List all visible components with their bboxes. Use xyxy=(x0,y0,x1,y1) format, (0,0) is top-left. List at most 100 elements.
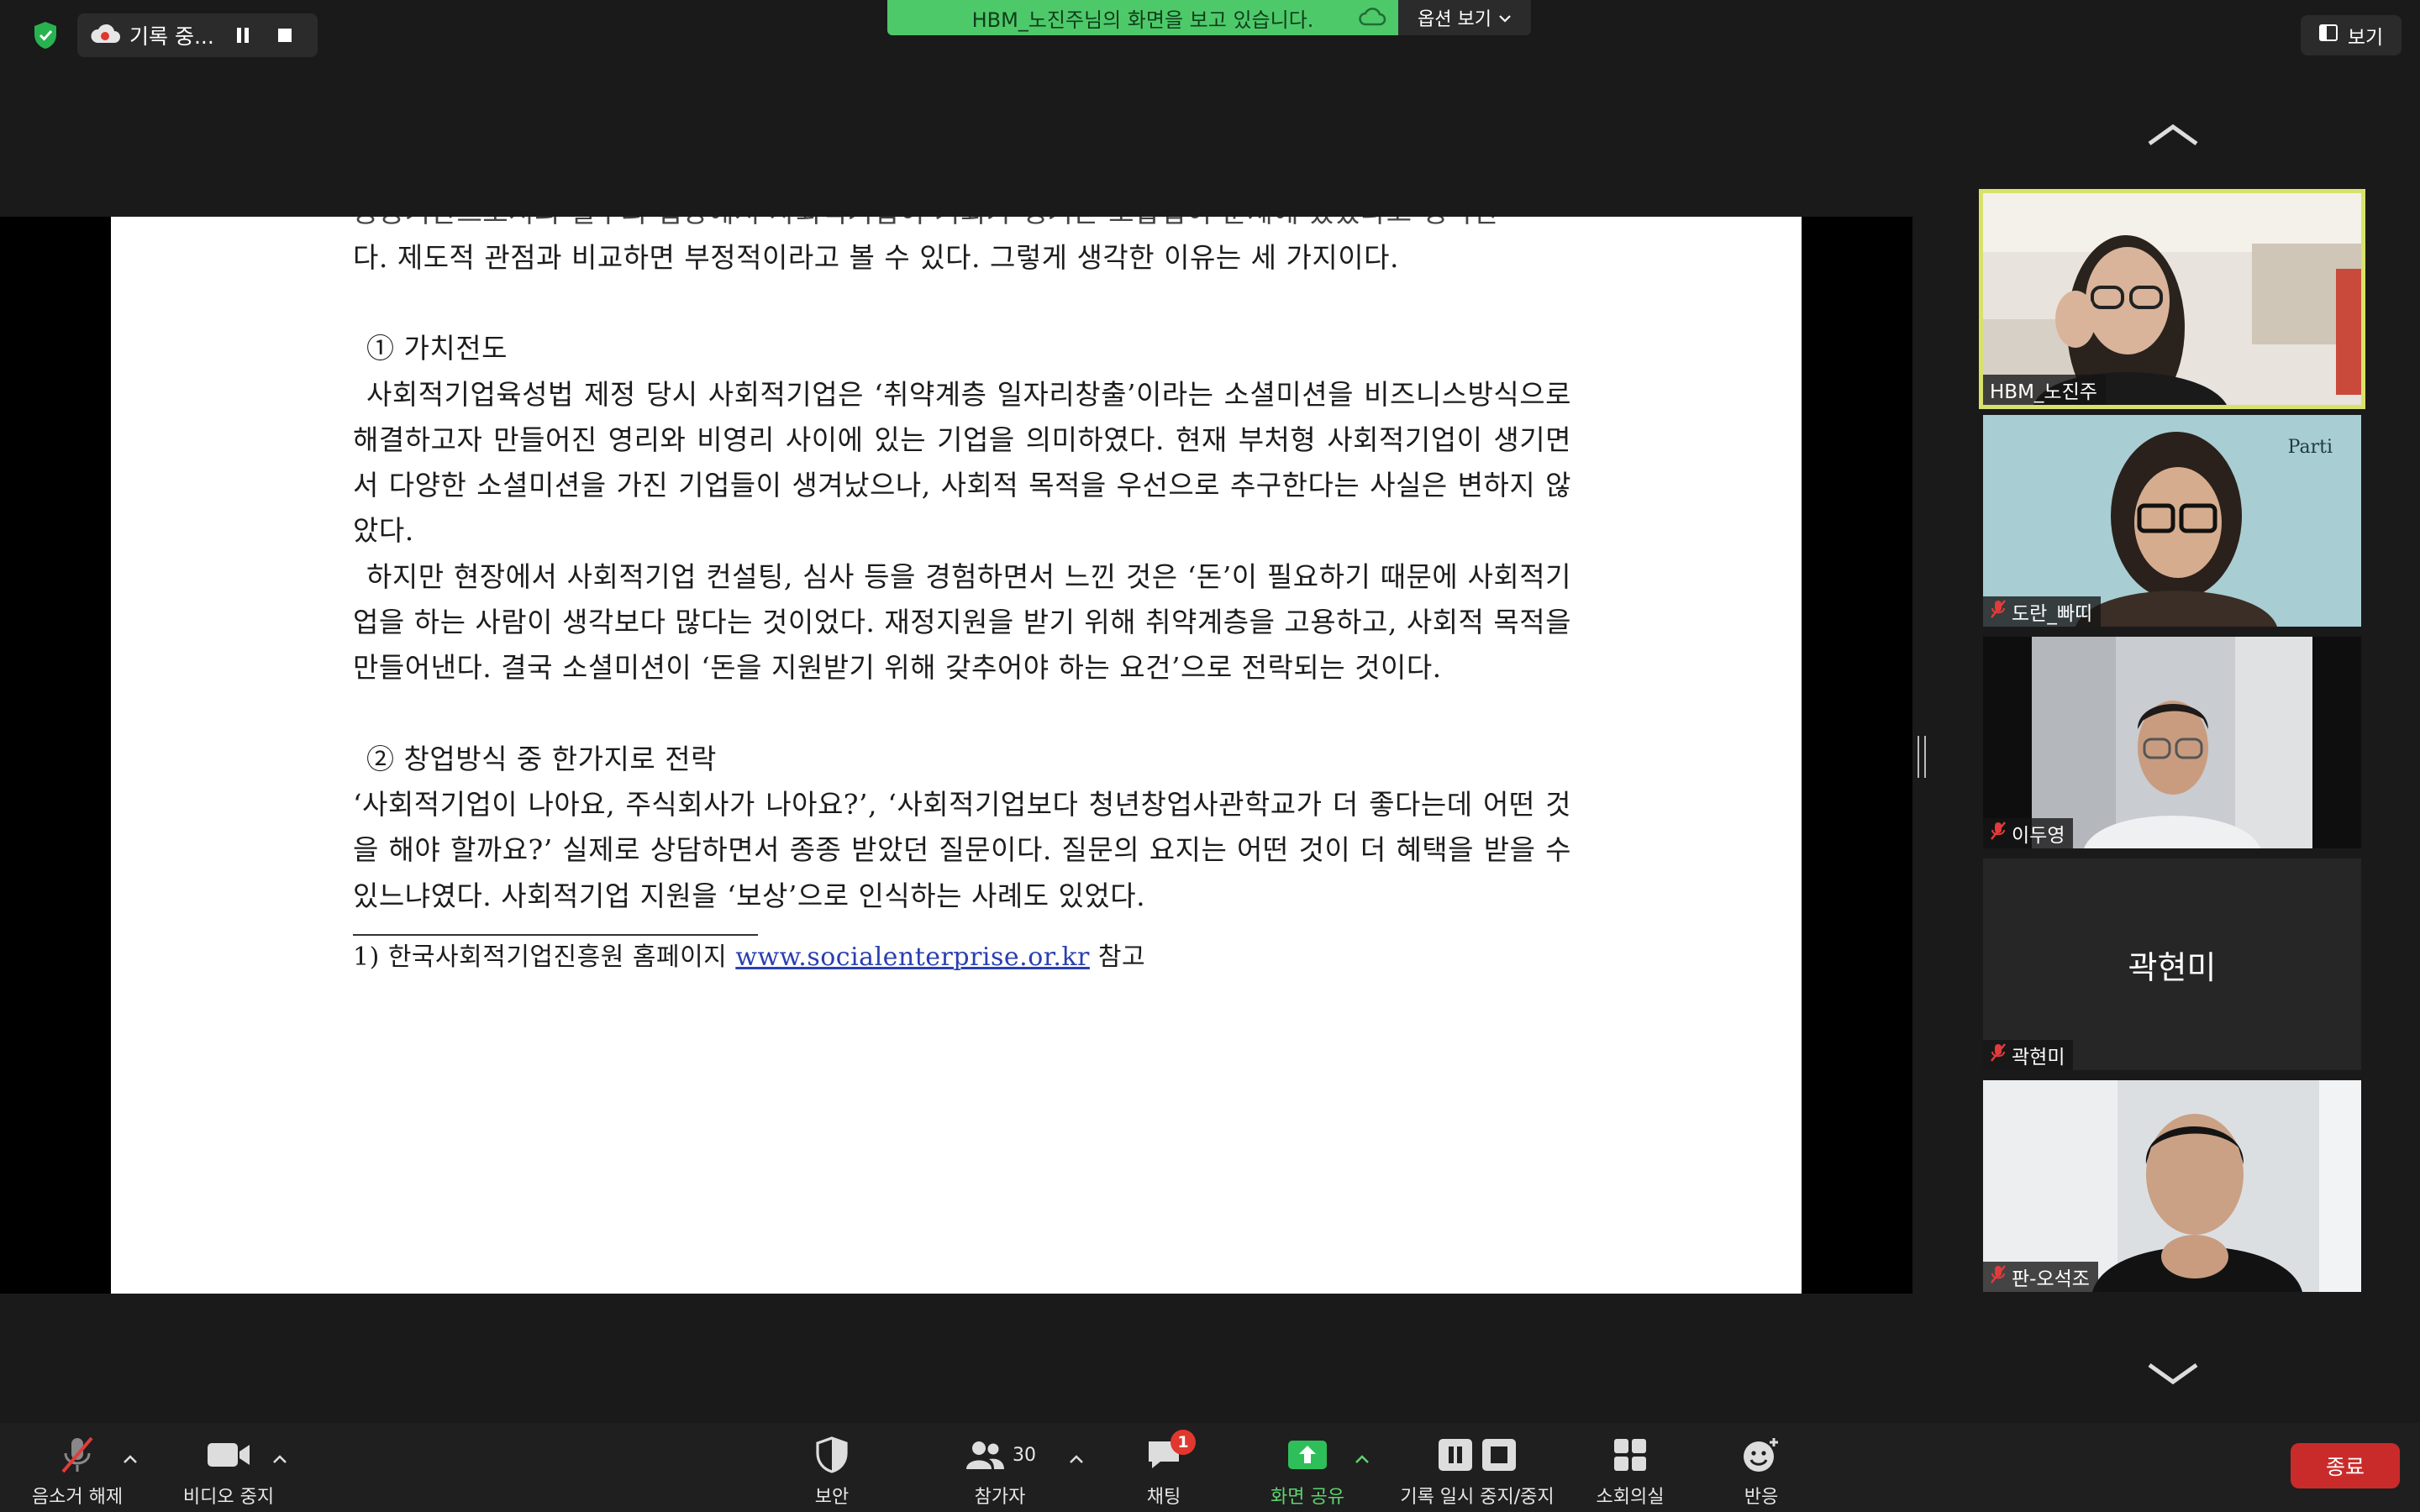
participant-name-tag: 도란_빠띠 xyxy=(1983,596,2102,627)
share-screen-icon xyxy=(1286,1433,1328,1477)
breakout-rooms-label: 소회의실 xyxy=(1596,1487,1665,1508)
section-heading-2: ② 창업방식 중 한가지로 전락 xyxy=(366,742,717,775)
wall-logo-text: Parti xyxy=(2287,437,2333,458)
participant-name-tag: 곽현미 xyxy=(1983,1040,2074,1070)
participant-name-tag: HBM_노진주 xyxy=(1983,375,2106,405)
scroll-up-button[interactable] xyxy=(2146,118,2200,151)
scroll-down-button[interactable] xyxy=(2146,1357,2200,1391)
participants-options-caret[interactable] xyxy=(1065,1448,1087,1470)
muted-mic-icon xyxy=(1990,1042,2007,1068)
stop-recording-button[interactable] xyxy=(264,18,306,52)
security-label: 보안 xyxy=(814,1487,850,1508)
participant-video xyxy=(1983,1080,2361,1292)
document-paragraph-1: 사회적기업육성법 제정 당시 사회적기업은 ‘취약계층 일자리창출’이라는 소셜… xyxy=(353,377,1571,548)
security-shield-icon xyxy=(815,1433,849,1477)
muted-mic-icon xyxy=(1990,599,2007,624)
pause-icon xyxy=(237,28,249,43)
participant-tile[interactable]: Parti 도란_빠띠 xyxy=(1983,415,2361,627)
participant-name: 곽현미 xyxy=(2012,1047,2065,1068)
reactions-label: 반응 xyxy=(1744,1487,1779,1508)
share-screen-button[interactable]: 화면 공유 xyxy=(1257,1423,1358,1512)
participant-video xyxy=(1983,193,2361,405)
stop-icon xyxy=(278,29,292,42)
cloud-icon xyxy=(1358,7,1386,32)
video-camera-icon xyxy=(206,1433,251,1477)
chat-unread-badge: 1 xyxy=(1171,1430,1196,1455)
footnote-rule xyxy=(353,933,758,936)
participant-tile[interactable]: 판-오석조 xyxy=(1983,1080,2361,1292)
view-options-button[interactable]: 옵션 보기 xyxy=(1398,0,1531,35)
document-paragraph-2: 하지만 현장에서 사회적기업 컨설팅, 심사 등을 경험하면서 느낀 것은 ‘돈… xyxy=(353,559,1571,685)
chevron-up-icon xyxy=(124,1455,137,1463)
footnote-suffix: 참고 xyxy=(1089,942,1146,972)
video-options-caret[interactable] xyxy=(269,1448,291,1470)
document-blank xyxy=(353,281,1571,326)
pause-stop-recording-button[interactable]: 기록 일시 중지/중지 xyxy=(1395,1423,1560,1512)
chevron-up-icon xyxy=(273,1455,287,1463)
participants-count: 30 xyxy=(1013,1444,1036,1466)
stop-video-label: 비디오 중지 xyxy=(182,1487,275,1508)
chat-label: 채팅 xyxy=(1146,1487,1181,1508)
chevron-up-icon xyxy=(1070,1455,1083,1463)
muted-mic-icon xyxy=(1990,821,2007,846)
muted-mic-icon xyxy=(1990,1264,2007,1289)
security-button[interactable]: 보안 xyxy=(781,1423,882,1512)
participants-button[interactable]: 30 참가자 xyxy=(950,1423,1050,1512)
participant-tile[interactable]: 곽현미 곽현미 xyxy=(1983,858,2361,1070)
chevron-down-icon xyxy=(1498,8,1512,29)
chat-button[interactable]: 1 채팅 xyxy=(1118,1423,1210,1512)
chevron-up-icon xyxy=(1355,1455,1369,1463)
end-meeting-button[interactable]: 종료 xyxy=(2291,1443,2400,1488)
reactions-button[interactable]: 반응 xyxy=(1711,1423,1812,1512)
pause-stop-recording-label: 기록 일시 중지/중지 xyxy=(1400,1487,1555,1508)
share-options-caret[interactable] xyxy=(1351,1448,1373,1470)
unmute-label: 음소거 해제 xyxy=(31,1487,124,1508)
recording-controls-icon xyxy=(1437,1433,1518,1477)
chevron-up-icon xyxy=(2148,123,2198,146)
participant-name-tag: 판-오석조 xyxy=(1983,1262,2098,1292)
encryption-shield-icon[interactable] xyxy=(25,18,66,52)
view-label: 보기 xyxy=(2347,27,2384,49)
recording-indicator: 기록 중... xyxy=(77,13,318,57)
participant-tile[interactable]: 이두영 xyxy=(1983,637,2361,848)
footnote-prefix: 1) 한국사회적기업진흥원 홈페이지 xyxy=(353,942,736,972)
participant-video xyxy=(1983,637,2361,848)
audio-options-caret[interactable] xyxy=(119,1448,141,1470)
document-blank xyxy=(353,691,1571,737)
pause-recording-button[interactable] xyxy=(222,18,264,52)
participant-tile[interactable]: HBM_노진주 xyxy=(1979,189,2365,409)
participant-name: 이두영 xyxy=(2012,825,2065,847)
screen-share-banner: HBM_노진주님의 화면을 보고 있습니다. xyxy=(887,0,1398,35)
chat-icon: 1 xyxy=(1145,1430,1196,1477)
layout-icon xyxy=(2318,24,2338,46)
footnote: 1) 한국사회적기업진흥원 홈페이지 www.socialenterprise.… xyxy=(353,939,1571,976)
document-line-cut: 공공기관으로서의 일부의 입장에서 사회적기업이 기회가 생기는 조합법이 문제… xyxy=(353,217,1571,235)
share-screen-label: 화면 공유 xyxy=(1270,1487,1344,1508)
footnote-link[interactable]: www.socialenterprise.or.kr xyxy=(735,942,1090,972)
stop-video-button[interactable]: 비디오 중지 xyxy=(176,1423,281,1512)
view-options-label: 옵션 보기 xyxy=(1418,9,1491,30)
recording-label: 기록 중... xyxy=(129,24,214,49)
breakout-rooms-button[interactable]: 소회의실 xyxy=(1580,1423,1681,1512)
section-heading-1: ① 가치전도 xyxy=(366,332,508,365)
smiley-icon xyxy=(1742,1433,1781,1477)
share-banner-text: HBM_노진주님의 화면을 보고 있습니다. xyxy=(971,8,1314,32)
participant-name-tag: 이두영 xyxy=(1983,818,2074,848)
participants-icon: 30 xyxy=(964,1433,1036,1477)
participant-name: HBM_노진주 xyxy=(1990,381,2097,403)
breakout-rooms-icon xyxy=(1612,1433,1648,1477)
document-paragraph-3: ‘사회적기업이 나아요, 주식회사가 나아요?’, ‘사회적기업보다 청년창업사… xyxy=(353,787,1571,912)
resize-handle[interactable] xyxy=(1918,736,1926,778)
participant-name: 판-오석조 xyxy=(2012,1268,2090,1290)
document-line-1: 다. 제도적 관점과 비교하면 부정적이라고 볼 수 있다. 그렇게 생각한 이… xyxy=(353,241,1399,274)
participants-label: 참가자 xyxy=(974,1487,1026,1508)
muted-mic-icon xyxy=(58,1433,97,1477)
participant-display-name: 곽현미 xyxy=(2128,948,2217,986)
shared-document-page: 공공기관으로서의 일부의 입장에서 사회적기업이 기회가 생기는 조합법이 문제… xyxy=(111,217,1802,1294)
chevron-down-icon xyxy=(2148,1362,2198,1385)
cloud-recording-icon xyxy=(89,23,121,48)
view-layout-button[interactable]: 보기 xyxy=(2301,15,2402,55)
shared-screen: 공공기관으로서의 일부의 입장에서 사회적기업이 기회가 생기는 조합법이 문제… xyxy=(0,217,1912,1294)
unmute-button[interactable]: 음소거 해제 xyxy=(25,1423,129,1512)
document-text: 공공기관으로서의 일부의 입장에서 사회적기업이 기회가 생기는 조합법이 문제… xyxy=(353,217,1571,976)
